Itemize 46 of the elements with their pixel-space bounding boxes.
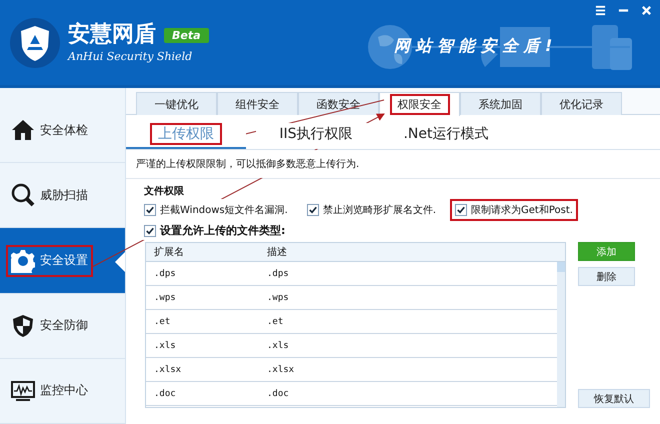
table-cell-text: .doc (153, 388, 177, 398)
table-cell-text: .et (153, 316, 172, 326)
tab[interactable]: 一键优化 (136, 92, 217, 115)
table-cell-text: .doc (266, 388, 290, 398)
table-cell-text: .et (266, 316, 284, 326)
tab[interactable]: 优化记录 (541, 92, 622, 115)
app-title: 安慧网盾 (68, 22, 156, 48)
section-title: 文件权限 (144, 184, 185, 198)
table-cell-text: .wps (266, 292, 290, 302)
column-header: 描述 (266, 246, 288, 259)
selection-pointer-icon (115, 252, 125, 272)
sidebar-item[interactable]: 监控中心 (0, 358, 125, 424)
checkbox-icon[interactable] (306, 204, 319, 216)
table-cell-text: .xls (153, 340, 177, 350)
scrollbar[interactable] (557, 262, 565, 407)
shield-icon (11, 314, 35, 338)
table-cell-text: .dps (153, 268, 177, 278)
slogan-text: 网 站 智 能 安 全 盾 ! (394, 36, 552, 56)
sidebar-item[interactable]: 安全体检 (0, 98, 125, 164)
column-header: 扩展名 (153, 246, 185, 259)
delete-button[interactable]: 删除 (578, 267, 635, 286)
menu-icon[interactable] (595, 5, 606, 16)
checkbox-option[interactable]: 限制请求为Get和Post. (450, 199, 578, 221)
search-icon (11, 183, 35, 208)
sidebar-item[interactable]: 安全设置 (0, 228, 125, 294)
gear-icon (11, 248, 35, 272)
table-cell-text: .xls (266, 340, 290, 350)
table-cell-text: .dps (266, 268, 290, 278)
table-cell-text: .wps (153, 292, 177, 302)
monitor-icon (11, 378, 35, 403)
checkbox-icon[interactable] (144, 204, 156, 216)
table-cell-text: .xlsx (266, 364, 296, 374)
restore-default-button[interactable]: 恢复默认 (578, 389, 650, 408)
tab[interactable]: 函数安全 (298, 92, 379, 115)
checkbox-icon[interactable] (144, 224, 156, 236)
beta-badge: Beta (164, 28, 209, 42)
app-subtitle: AnHui Security Shield (68, 50, 194, 63)
shield-logo-icon (10, 18, 60, 68)
sidebar-item[interactable]: 安全防御 (0, 294, 125, 359)
tab[interactable]: 权限安全 (379, 92, 460, 116)
tab[interactable]: 系统加固 (460, 92, 541, 115)
tab[interactable]: 组件安全 (217, 92, 298, 115)
close-icon[interactable] (641, 5, 652, 16)
home-icon (11, 118, 35, 142)
checkbox-icon[interactable] (455, 204, 468, 216)
table-cell-text: .xlsx (153, 364, 182, 374)
